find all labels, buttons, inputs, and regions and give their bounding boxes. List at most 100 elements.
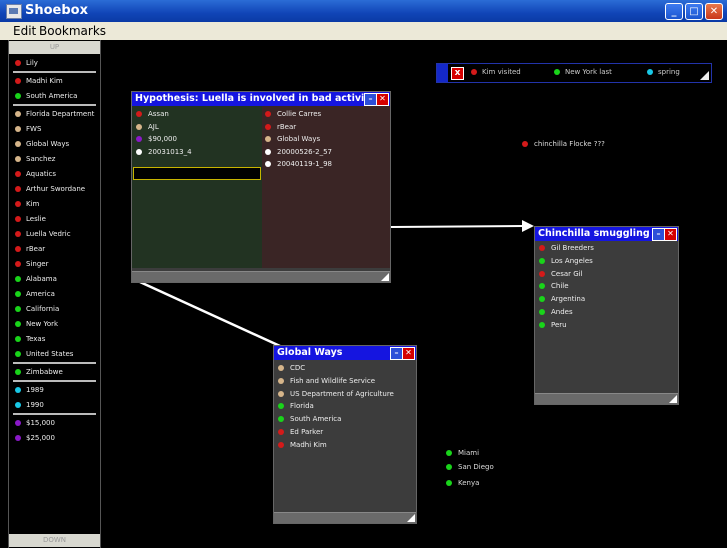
sidebar-item[interactable]: Madhi Kim	[15, 75, 63, 87]
sidebar-item[interactable]: Florida Department	[15, 108, 94, 120]
hypothesis-item[interactable]: Global Ways	[265, 135, 320, 143]
sidebar-item[interactable]: America	[15, 288, 55, 300]
sidebar-divider	[13, 380, 96, 382]
sidebar-item[interactable]: $15,000	[15, 417, 55, 429]
item-label: Chile	[551, 282, 569, 291]
globalways-panel[interactable]: Global Ways – ✕ CDC Fish and Wildlife Ser…	[273, 345, 417, 524]
sidebar-item[interactable]: FWS	[15, 123, 41, 135]
globalways-item[interactable]: Fish and Wildlife Service	[278, 377, 375, 385]
sidebar-item[interactable]: California	[15, 303, 59, 315]
globalways-panel-footer	[274, 512, 416, 523]
sidebar-item[interactable]: Aquatics	[15, 168, 56, 180]
globalways-item[interactable]: Ed Parker	[278, 428, 323, 436]
globalways-item[interactable]: Florida	[278, 402, 314, 410]
sidebar-item[interactable]: Singer	[15, 258, 48, 270]
chinchilla-item[interactable]: Argentina	[539, 295, 585, 303]
sidebar-item[interactable]: 1990	[15, 399, 44, 411]
hypothesis-item[interactable]: Assan	[136, 110, 169, 118]
item-label: Miami	[458, 449, 480, 457]
resize-grip[interactable]	[669, 395, 677, 403]
sidebar-item[interactable]: Luella Vedric	[15, 228, 71, 240]
resize-grip[interactable]	[381, 273, 389, 281]
legend-resize-grip[interactable]	[700, 71, 709, 80]
hypothesis-item[interactable]: AJL	[136, 123, 159, 131]
floating-node[interactable]: San Diego	[446, 463, 494, 471]
purple-dot-icon	[15, 435, 21, 441]
sidebar-item[interactable]: Sanchez	[15, 153, 55, 165]
sidebar-down-button[interactable]: DOWN	[9, 534, 100, 547]
item-label: 20000526-2_57	[277, 147, 333, 156]
tan-dot-icon	[278, 377, 284, 384]
resize-grip[interactable]	[407, 514, 415, 522]
item-label: South America	[26, 92, 78, 100]
legend-item[interactable]: spring	[647, 68, 680, 76]
cyan-dot-icon	[15, 387, 21, 393]
globalways-close-button[interactable]: ✕	[402, 347, 415, 360]
sidebar-item[interactable]: 1989	[15, 384, 44, 396]
chinchilla-item[interactable]: Los Angeles	[539, 257, 593, 265]
chinchilla-item[interactable]: Andes	[539, 308, 573, 316]
hypothesis-supporting-column[interactable]: Assan AJL $90,000 20031013_4	[132, 106, 262, 268]
item-label: California	[26, 305, 60, 313]
sidebar-item[interactable]: United States	[15, 348, 73, 360]
hypothesis-item[interactable]: 20040119-1_98	[265, 160, 332, 168]
hypothesis-panel[interactable]: Hypothesis: Luella is involved in bad ac…	[131, 91, 391, 283]
item-label: chinchilla Flocke ???	[534, 140, 605, 148]
chinchilla-item[interactable]: Cesar Gil	[539, 270, 583, 278]
chinchilla-item[interactable]: Chile	[539, 282, 569, 290]
hypothesis-entry-input[interactable]	[133, 167, 261, 180]
globalways-item[interactable]: Madhi Kim	[278, 441, 327, 449]
legend-item[interactable]: Kim visited	[471, 68, 521, 76]
chinchilla-panel[interactable]: Chinchilla smuggling – ✕ Gil Breeders Los…	[534, 226, 679, 405]
hypothesis-panel-title[interactable]: Hypothesis: Luella is involved in bad ac…	[132, 92, 390, 106]
globalways-item[interactable]: US Department of Agriculture	[278, 390, 394, 398]
red-dot-icon	[15, 78, 21, 84]
hypothesis-item[interactable]: $90,000	[136, 135, 177, 143]
item-label: Madhi Kim	[290, 440, 327, 449]
sidebar-item[interactable]: New York	[15, 318, 58, 330]
sidebar-item[interactable]: Kim	[15, 198, 39, 210]
item-label: 20031013_4	[148, 147, 192, 156]
floating-node[interactable]: chinchilla Flocke ???	[522, 140, 605, 148]
sidebar-up-button[interactable]: UP	[9, 41, 100, 54]
item-label: New York	[26, 320, 59, 328]
chinchilla-item[interactable]: Gil Breeders	[539, 244, 594, 252]
item-label: Global Ways	[277, 135, 321, 143]
sidebar-divider	[13, 104, 96, 106]
sidebar-item[interactable]: rBear	[15, 243, 45, 255]
chinchilla-item[interactable]: Peru	[539, 321, 567, 329]
sidebar-item[interactable]: Texas	[15, 333, 45, 345]
hypothesis-item[interactable]: 20031013_4	[136, 148, 192, 156]
query-legend-bar[interactable]: x Kim visited New York last spring	[436, 63, 712, 83]
chinchilla-close-button[interactable]: ✕	[664, 228, 677, 241]
hypothesis-panel-footer	[132, 271, 390, 282]
floating-node[interactable]: Miami	[446, 449, 479, 457]
item-label: $90,000	[148, 135, 177, 143]
green-dot-icon	[446, 450, 452, 456]
hypothesis-item[interactable]: Collie Carres	[265, 110, 321, 118]
sidebar-item[interactable]: Zimbabwe	[15, 366, 63, 378]
globalways-item[interactable]: CDC	[278, 364, 305, 372]
red-dot-icon	[539, 245, 545, 251]
red-dot-icon	[522, 141, 528, 147]
sidebar-item[interactable]: Alabama	[15, 273, 57, 285]
floating-node[interactable]: Kenya	[446, 479, 479, 487]
hypothesis-refuting-column[interactable]: Collie Carres rBear Global Ways 20000526-2_…	[262, 106, 390, 268]
sidebar-item[interactable]: Arthur Swordane	[15, 183, 85, 195]
legend-close-button[interactable]: x	[451, 67, 464, 80]
green-dot-icon	[539, 309, 545, 315]
item-label: Leslie	[26, 215, 46, 223]
hypothesis-close-button[interactable]: ✕	[376, 93, 389, 106]
globalways-item[interactable]: South America	[278, 415, 341, 423]
item-label: FWS	[26, 125, 42, 133]
sidebar-item[interactable]: $25,000	[15, 432, 55, 444]
sidebar-item[interactable]: South America	[15, 90, 77, 102]
hypothesis-item[interactable]: 20000526-2_57	[265, 148, 332, 156]
item-label: 20040119-1_98	[277, 160, 333, 168]
hypothesis-item[interactable]: rBear	[265, 123, 296, 131]
sidebar-item[interactable]: Global Ways	[15, 138, 69, 150]
tan-dot-icon	[15, 141, 21, 147]
sidebar-item[interactable]: Lily	[15, 57, 38, 69]
sidebar-item[interactable]: Leslie	[15, 213, 46, 225]
legend-item[interactable]: New York last	[554, 68, 612, 76]
